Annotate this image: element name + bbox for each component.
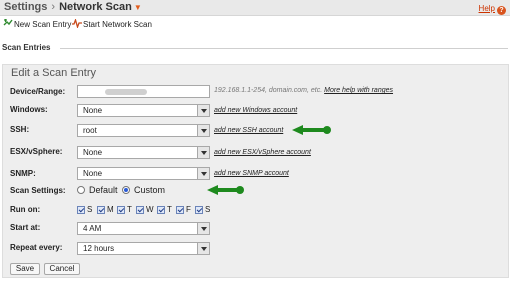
day-label: S [87, 205, 93, 214]
add-windows-account-link[interactable]: add new Windows account [214, 107, 297, 114]
esx-select[interactable]: None [77, 146, 210, 159]
ssh-value: root [83, 126, 97, 135]
edit-scan-entry-panel: Edit a Scan Entry Device/Range: 192.168.… [2, 64, 509, 278]
esx-label: ESX/vSphere: [10, 147, 63, 156]
start-at-label: Start at: [10, 223, 41, 232]
day-checkbox-sat[interactable] [195, 206, 203, 214]
day-checkbox-thu[interactable] [157, 206, 165, 214]
ssh-select[interactable]: root [77, 124, 210, 137]
day-label: S [205, 205, 211, 214]
scan-settings-radio-group: Default Custom [77, 185, 207, 196]
section-title: Scan Entries [2, 43, 51, 52]
esx-value: None [83, 148, 103, 157]
chevron-down-icon[interactable] [197, 223, 209, 234]
day-checkbox-sun[interactable] [77, 206, 85, 214]
breadcrumb: Settings › Network Scan ▼ [4, 1, 142, 13]
day-checkbox-fri[interactable] [176, 206, 184, 214]
repeat-every-value: 12 hours [83, 244, 115, 253]
page-header: Settings › Network Scan ▼ Help? [0, 0, 510, 16]
device-range-input[interactable] [77, 85, 210, 98]
save-button[interactable]: Save [10, 263, 40, 275]
start-network-scan-button[interactable]: Start Network Scan [72, 19, 152, 29]
pulse-icon [72, 19, 82, 28]
help-link[interactable]: Help [479, 4, 495, 13]
chevron-down-icon[interactable] [197, 105, 209, 116]
snmp-select[interactable]: None [77, 167, 210, 180]
chevron-down-icon[interactable] [197, 243, 209, 254]
day-checkbox-wed[interactable] [136, 206, 144, 214]
panel-title: Edit a Scan Entry [11, 67, 96, 79]
device-range-label: Device/Range: [10, 87, 66, 96]
day-label: F [186, 205, 191, 214]
chevron-down-icon[interactable] [197, 168, 209, 179]
start-network-scan-label: Start Network Scan [83, 20, 152, 29]
run-on-label: Run on: [10, 205, 41, 214]
snmp-value: None [83, 169, 103, 178]
run-on-days: S M T W T F S [77, 205, 222, 216]
help-link-container[interactable]: Help? [479, 3, 506, 15]
section-divider [60, 48, 508, 49]
toolbar: New Scan Entry Start Network Scan [0, 17, 510, 31]
start-at-value: 4 AM [83, 224, 102, 233]
help-icon[interactable]: ? [497, 6, 506, 15]
add-esx-account-link[interactable]: add new ESX/vSphere account [214, 149, 311, 156]
radio-custom-label[interactable]: Custom [134, 185, 165, 195]
snmp-label: SNMP: [10, 169, 36, 178]
chevron-down-icon[interactable] [197, 147, 209, 158]
add-entry-icon [3, 19, 13, 26]
device-range-hint: 192.168.1.1-254, domain.com, etc. More h… [214, 87, 393, 94]
radio-custom[interactable] [122, 186, 130, 194]
add-ssh-account-link[interactable]: add new SSH account [214, 127, 283, 134]
device-range-hint-text: 192.168.1.1-254, domain.com, etc. [214, 87, 323, 94]
day-label: T [167, 205, 172, 214]
new-scan-entry-button[interactable]: New Scan Entry [3, 19, 71, 29]
repeat-every-label: Repeat every: [10, 243, 63, 252]
breadcrumb-settings[interactable]: Settings [4, 1, 47, 13]
green-arrow-pointer-icon [292, 125, 331, 135]
windows-label: Windows: [10, 105, 48, 114]
repeat-every-select[interactable]: 12 hours [77, 242, 210, 255]
new-scan-entry-label: New Scan Entry [14, 20, 72, 29]
day-checkbox-mon[interactable] [97, 206, 105, 214]
green-arrow-pointer-icon [207, 185, 244, 195]
scan-settings-label: Scan Settings: [10, 186, 66, 195]
redacted-value [105, 89, 147, 95]
chevron-down-icon[interactable]: ▼ [134, 3, 142, 12]
day-label: W [146, 205, 154, 214]
radio-default-label[interactable]: Default [89, 185, 118, 195]
range-help-link[interactable]: More help with ranges [324, 87, 393, 94]
cancel-button[interactable]: Cancel [44, 263, 80, 275]
day-label: M [107, 205, 114, 214]
add-snmp-account-link[interactable]: add new SNMP account [214, 170, 289, 177]
day-checkbox-tue[interactable] [117, 206, 125, 214]
breadcrumb-separator: › [51, 1, 56, 13]
windows-value: None [83, 106, 103, 115]
radio-default[interactable] [77, 186, 85, 194]
day-label: T [127, 205, 132, 214]
ssh-label: SSH: [10, 125, 30, 134]
windows-select[interactable]: None [77, 104, 210, 117]
chevron-down-icon[interactable] [197, 125, 209, 136]
breadcrumb-network-scan[interactable]: Network Scan [59, 1, 132, 13]
start-at-select[interactable]: 4 AM [77, 222, 210, 235]
